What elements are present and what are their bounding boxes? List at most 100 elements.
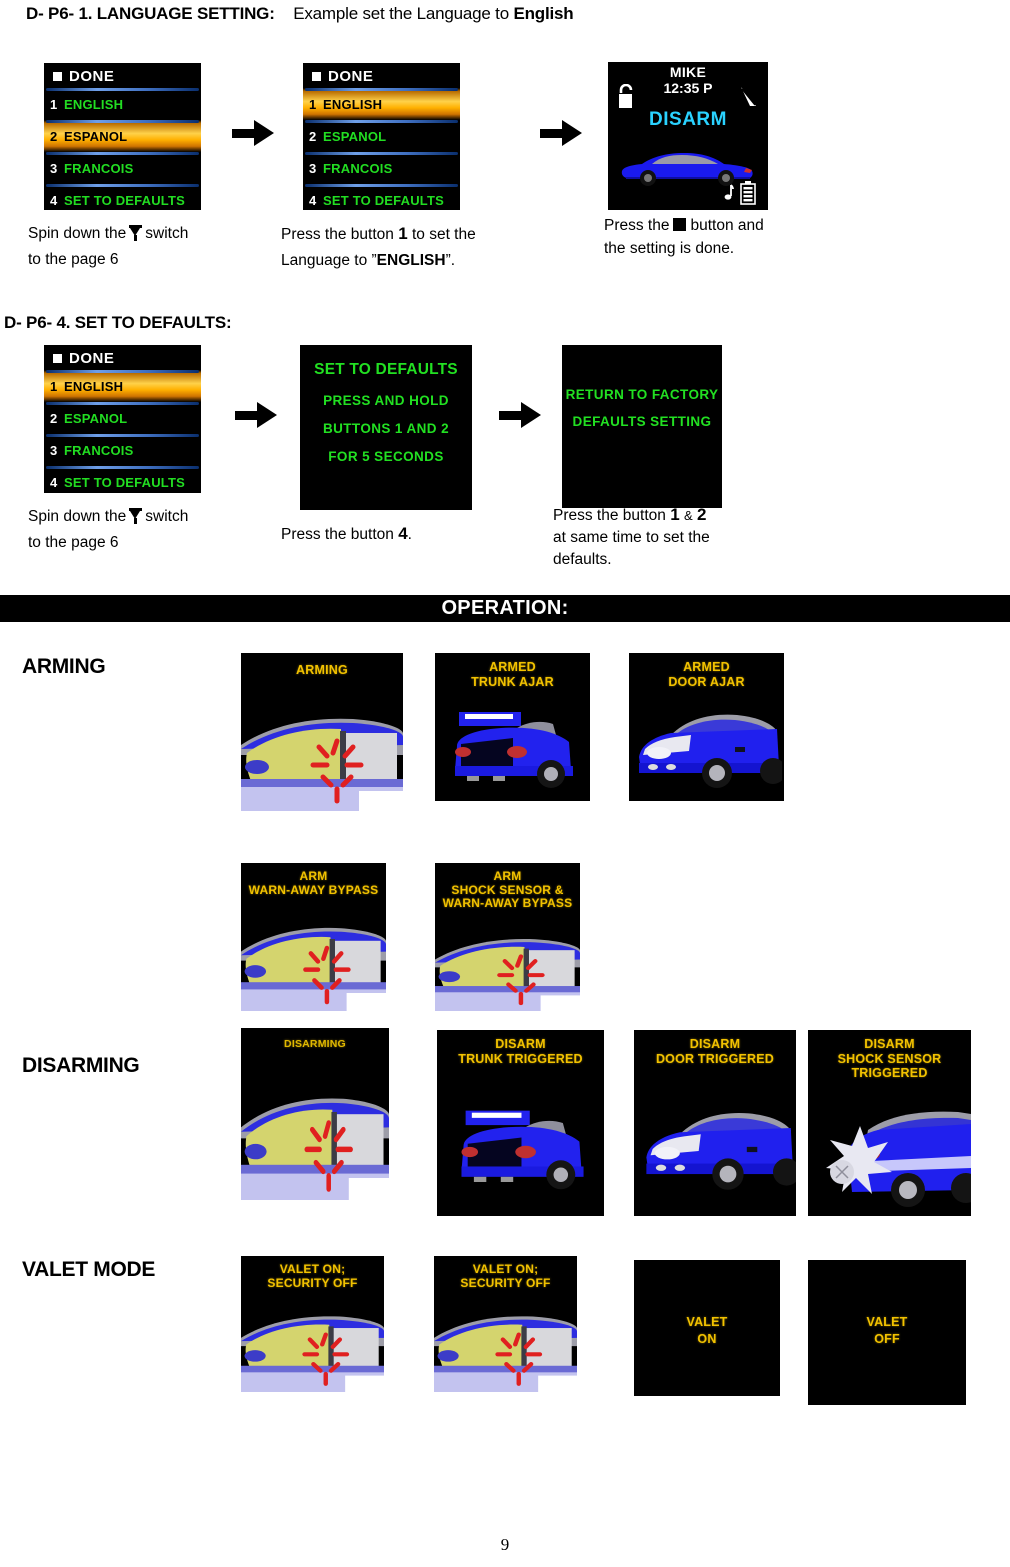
lcd-set-defaults-prompt[interactable]: SET TO DEFAULTS PRESS AND HOLD BUTTONS 1… xyxy=(300,345,472,510)
caption-text: switch xyxy=(145,225,189,242)
screen-title-line1: DISARM xyxy=(495,1037,546,1051)
menu-item-label: FRANCOIS xyxy=(323,160,393,176)
menu-item-english[interactable]: 1 ENGLISH xyxy=(303,88,460,120)
divider-line xyxy=(46,184,199,187)
lcd-disarm-door-triggered[interactable]: DISARM DOOR TRIGGERED xyxy=(634,1030,796,1216)
car-trunk-open-icon xyxy=(461,1110,584,1190)
page-number: 9 xyxy=(500,1535,510,1554)
caption-text: Press the xyxy=(604,217,670,234)
caption-text: at same time to set the xyxy=(553,529,710,546)
menu-item-set-to-defaults[interactable]: 4 SET TO DEFAULTS xyxy=(44,184,201,210)
language-heading-prefix: D- P6- 1. LANGUAGE SETTING: xyxy=(26,4,275,23)
lcd-disarming[interactable]: DISARMING xyxy=(241,1028,389,1200)
divider-line xyxy=(305,184,458,187)
operation-label-arming: ARMING xyxy=(22,655,106,678)
lcd-status-disarm[interactable]: MIKE 12:35 P DISARM xyxy=(608,62,768,210)
battery-icon xyxy=(740,181,756,205)
menu-item-english[interactable]: 1 ENGLISH xyxy=(44,88,201,120)
screen-title-line1: VALET ON; xyxy=(279,1262,346,1276)
menu-item-label: FRANCOIS xyxy=(64,442,134,458)
lcd-language-menu-after[interactable]: DONE 1 ENGLISH 2 ESPANOL 3 FRANCOIS 4 SE… xyxy=(303,63,460,210)
lcd-arm-warn-away-bypass[interactable]: ARM WARN-AWAY BYPASS xyxy=(241,863,386,1011)
screen-title: DISARMING xyxy=(284,1038,346,1050)
music-note-icon xyxy=(724,184,734,200)
flow-arrow-icon xyxy=(232,118,276,148)
menu-item-set-to-defaults[interactable]: 4 SET TO DEFAULTS xyxy=(303,184,460,210)
car-side-icon xyxy=(621,153,753,186)
operation-banner: OPERATION: xyxy=(0,595,1010,622)
menu-item-english[interactable]: 1 ENGLISH xyxy=(44,370,201,402)
menu-header-row: DONE xyxy=(44,63,201,88)
menu-item-espanol[interactable]: 2 ESPANOL xyxy=(303,120,460,152)
menu-item-francois[interactable]: 3 FRANCOIS xyxy=(303,152,460,184)
lcd-armed-trunk-ajar[interactable]: ARMED TRUNK AJAR xyxy=(435,653,590,801)
menu-item-number: 4 xyxy=(50,474,58,490)
operation-label-valet-mode: VALET MODE xyxy=(22,1258,156,1281)
divider-line xyxy=(46,152,199,155)
lcd-valet-off[interactable]: VALET OFF xyxy=(808,1260,966,1405)
menu-item-espanol[interactable]: 2 ESPANOL xyxy=(44,402,201,434)
divider-line xyxy=(46,466,199,469)
car-window-flash-icon xyxy=(241,1090,389,1200)
menu-item-espanol[interactable]: 2 ESPANOL xyxy=(44,120,201,152)
lcd-language-menu-before[interactable]: DONE 1 ENGLISH 2 ESPANOL 3 FRANCOIS 4 SE… xyxy=(44,63,201,210)
menu-header-row: DONE xyxy=(303,63,460,88)
language-heading-bold: English xyxy=(513,4,574,23)
caption-text: Spin down the xyxy=(28,508,127,525)
menu-item-number: 1 xyxy=(309,96,317,112)
screen-title-line1: ARM xyxy=(299,869,328,883)
lcd-defaults-menu[interactable]: DONE 1 ENGLISH 2 ESPANOL 3 FRANCOIS 4 SE… xyxy=(44,345,201,493)
caption-text: . xyxy=(407,526,412,543)
menu-item-francois[interactable]: 3 FRANCOIS xyxy=(44,152,201,184)
lcd-valet-on[interactable]: VALET ON xyxy=(634,1260,780,1396)
lcd-valet-on-security-off-1[interactable]: VALET ON; SECURITY OFF xyxy=(241,1256,384,1392)
lcd-armed-door-ajar[interactable]: ARMED DOOR AJAR xyxy=(629,653,784,801)
screen-title-line1: ARMED xyxy=(683,660,730,674)
screen-title-line2: OFF xyxy=(874,1331,900,1346)
screen-title-line2: TRUNK TRIGGERED xyxy=(458,1051,583,1066)
lcd-factory-defaults-confirm[interactable]: RETURN TO FACTORY DEFAULTS SETTING xyxy=(562,345,722,508)
status-user-name: MIKE xyxy=(669,64,707,80)
prompt-line-4: FOR 5 SECONDS xyxy=(328,449,444,464)
prompt-line-3: BUTTONS 1 AND 2 xyxy=(322,421,450,436)
screen-title-line1: DISARM xyxy=(864,1037,915,1051)
screen-title: ARMING xyxy=(296,663,348,677)
status-mode-label: DISARM xyxy=(649,109,727,130)
language-heading-rest: Example set the Language to xyxy=(293,4,514,23)
language-section-heading: D- P6- 1. LANGUAGE SETTING: Example set … xyxy=(26,4,574,24)
button-number: 1 xyxy=(398,224,408,243)
divider-line xyxy=(46,120,199,123)
car-window-flash-icon xyxy=(241,921,386,1011)
lcd-disarm-shock-sensor-triggered[interactable]: DISARM SHOCK SENSOR TRIGGERED xyxy=(808,1030,971,1216)
caption-defaults-step1: Spin down the switch to the page 6 xyxy=(28,504,248,556)
car-window-flash-icon xyxy=(241,1310,384,1392)
flow-arrow-icon xyxy=(499,400,543,430)
caption-text: the setting is done. xyxy=(604,240,735,257)
caption-text: to the page 6 xyxy=(28,251,119,268)
lcd-arming[interactable]: ARMING xyxy=(241,653,403,811)
divider-line xyxy=(305,88,458,91)
lcd-valet-on-security-off-2[interactable]: VALET ON; SECURITY OFF xyxy=(434,1256,577,1392)
status-time: 12:35 P xyxy=(663,80,713,96)
caption-text: switch xyxy=(145,508,189,525)
lcd-arm-shock-sensor-bypass[interactable]: ARM SHOCK SENSOR & WARN-AWAY BYPASS xyxy=(435,863,580,1011)
menu-item-number: 2 xyxy=(50,410,58,426)
menu-item-number: 3 xyxy=(50,442,58,458)
prompt-line-2: PRESS AND HOLD xyxy=(323,393,449,408)
caption-text: button and xyxy=(690,217,764,234)
car-front-angle-icon xyxy=(646,1112,796,1190)
car-shock-impact-icon xyxy=(826,1111,971,1207)
menu-item-label: ESPANOL xyxy=(64,410,128,426)
menu-item-label: SET TO DEFAULTS xyxy=(64,192,185,208)
menu-header-label: DONE xyxy=(69,68,115,85)
caption-defaults-step3: Press the button 1 & 2 at same time to s… xyxy=(553,504,803,571)
menu-header-label: DONE xyxy=(328,68,374,85)
menu-item-number: 3 xyxy=(309,160,317,176)
screen-title-line2: SHOCK SENSOR xyxy=(837,1051,942,1066)
menu-item-set-to-defaults[interactable]: 4 SET TO DEFAULTS xyxy=(44,466,201,493)
lcd-disarm-trunk-triggered[interactable]: DISARM TRUNK TRIGGERED xyxy=(437,1030,604,1216)
done-square-icon xyxy=(53,72,62,81)
menu-item-francois[interactable]: 3 FRANCOIS xyxy=(44,434,201,466)
done-square-icon xyxy=(53,354,62,363)
menu-item-number: 1 xyxy=(50,96,58,112)
